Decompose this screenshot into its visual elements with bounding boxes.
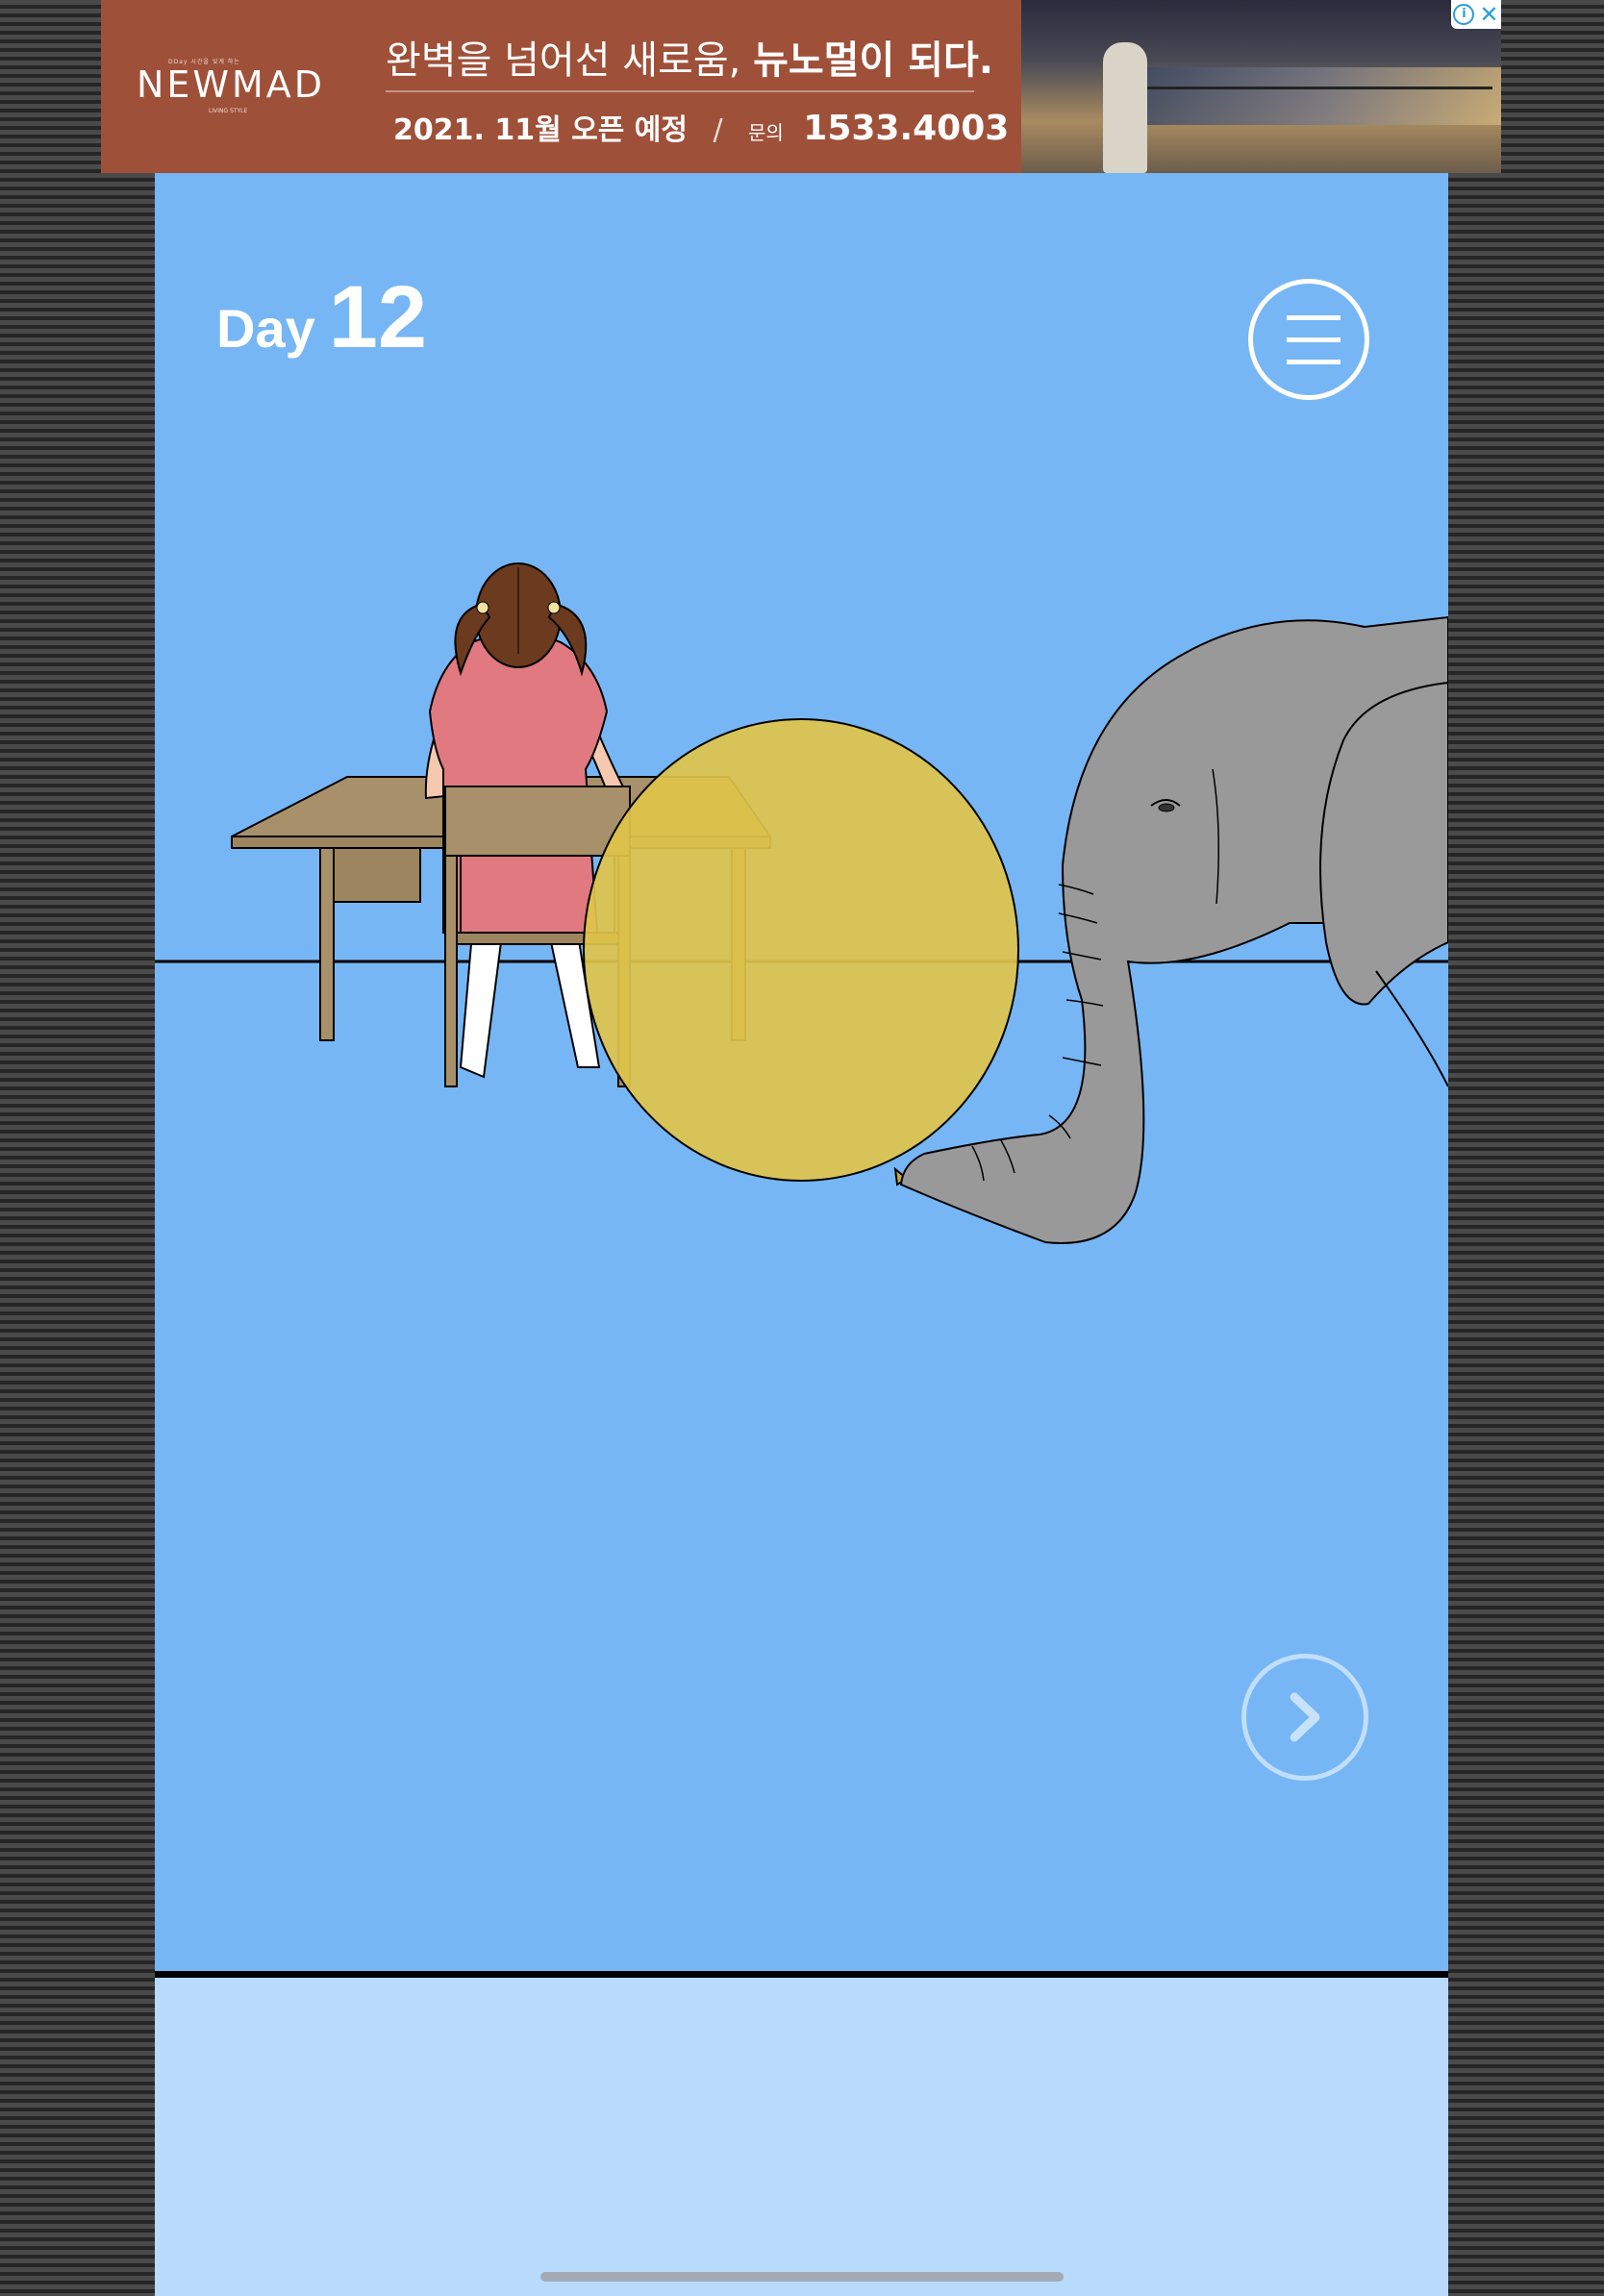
ad-photo (1021, 0, 1501, 173)
menu-button[interactable] (1248, 279, 1369, 400)
ad-logo-text: NEWMAD (137, 63, 326, 106)
ad-headline: 완벽을 넘어선 새로움, 뉴노멀이 되다. (386, 29, 993, 85)
bottom-panel (155, 1978, 1448, 2296)
ad-photo-river (1146, 67, 1501, 125)
ad-contact-phone: 1533.4003 (803, 109, 1010, 148)
ad-divider (386, 90, 974, 92)
ad-contact-label: 문의 (748, 121, 784, 144)
ad-separator: / (713, 113, 723, 147)
ad-open-date: 2021. 11월 오픈 예정 (393, 113, 688, 147)
day-counter: Day 12 (216, 273, 427, 362)
ad-photo-woman (1103, 42, 1147, 173)
menu-line-top (1287, 315, 1341, 320)
game-scene: Day 12 (155, 173, 1448, 1971)
day-number: 12 (328, 268, 428, 366)
home-indicator[interactable] (540, 2272, 1064, 2282)
next-button[interactable] (1241, 1654, 1368, 1781)
ad-logo-sub: LIVING STYLE (209, 108, 248, 114)
close-icon[interactable]: ✕ (1479, 3, 1498, 26)
info-icon[interactable]: i (1453, 4, 1475, 25)
menu-line-middle (1287, 337, 1341, 342)
ad-logo: DDay 시간을 잊게 하는 NEWMAD LIVING STYLE (101, 0, 332, 173)
scene-bottom-border (155, 1971, 1448, 1978)
ad-banner[interactable]: DDay 시간을 잊게 하는 NEWMAD LIVING STYLE 완벽을 넘… (101, 0, 1501, 173)
ad-photo-railing (1108, 87, 1492, 89)
ad-choices: i ✕ (1451, 0, 1501, 29)
day-label: Day (216, 298, 315, 359)
ad-info: 2021. 11월 오픈 예정 / 문의 1533.4003 (393, 106, 1009, 148)
ad-headline-regular: 완벽을 넘어선 새로움, (386, 38, 754, 83)
chevron-right-icon (1290, 1692, 1320, 1742)
ad-headline-bold: 뉴노멀이 되다. (753, 38, 993, 83)
menu-line-bottom (1287, 360, 1341, 364)
balloon[interactable] (583, 718, 1019, 1186)
